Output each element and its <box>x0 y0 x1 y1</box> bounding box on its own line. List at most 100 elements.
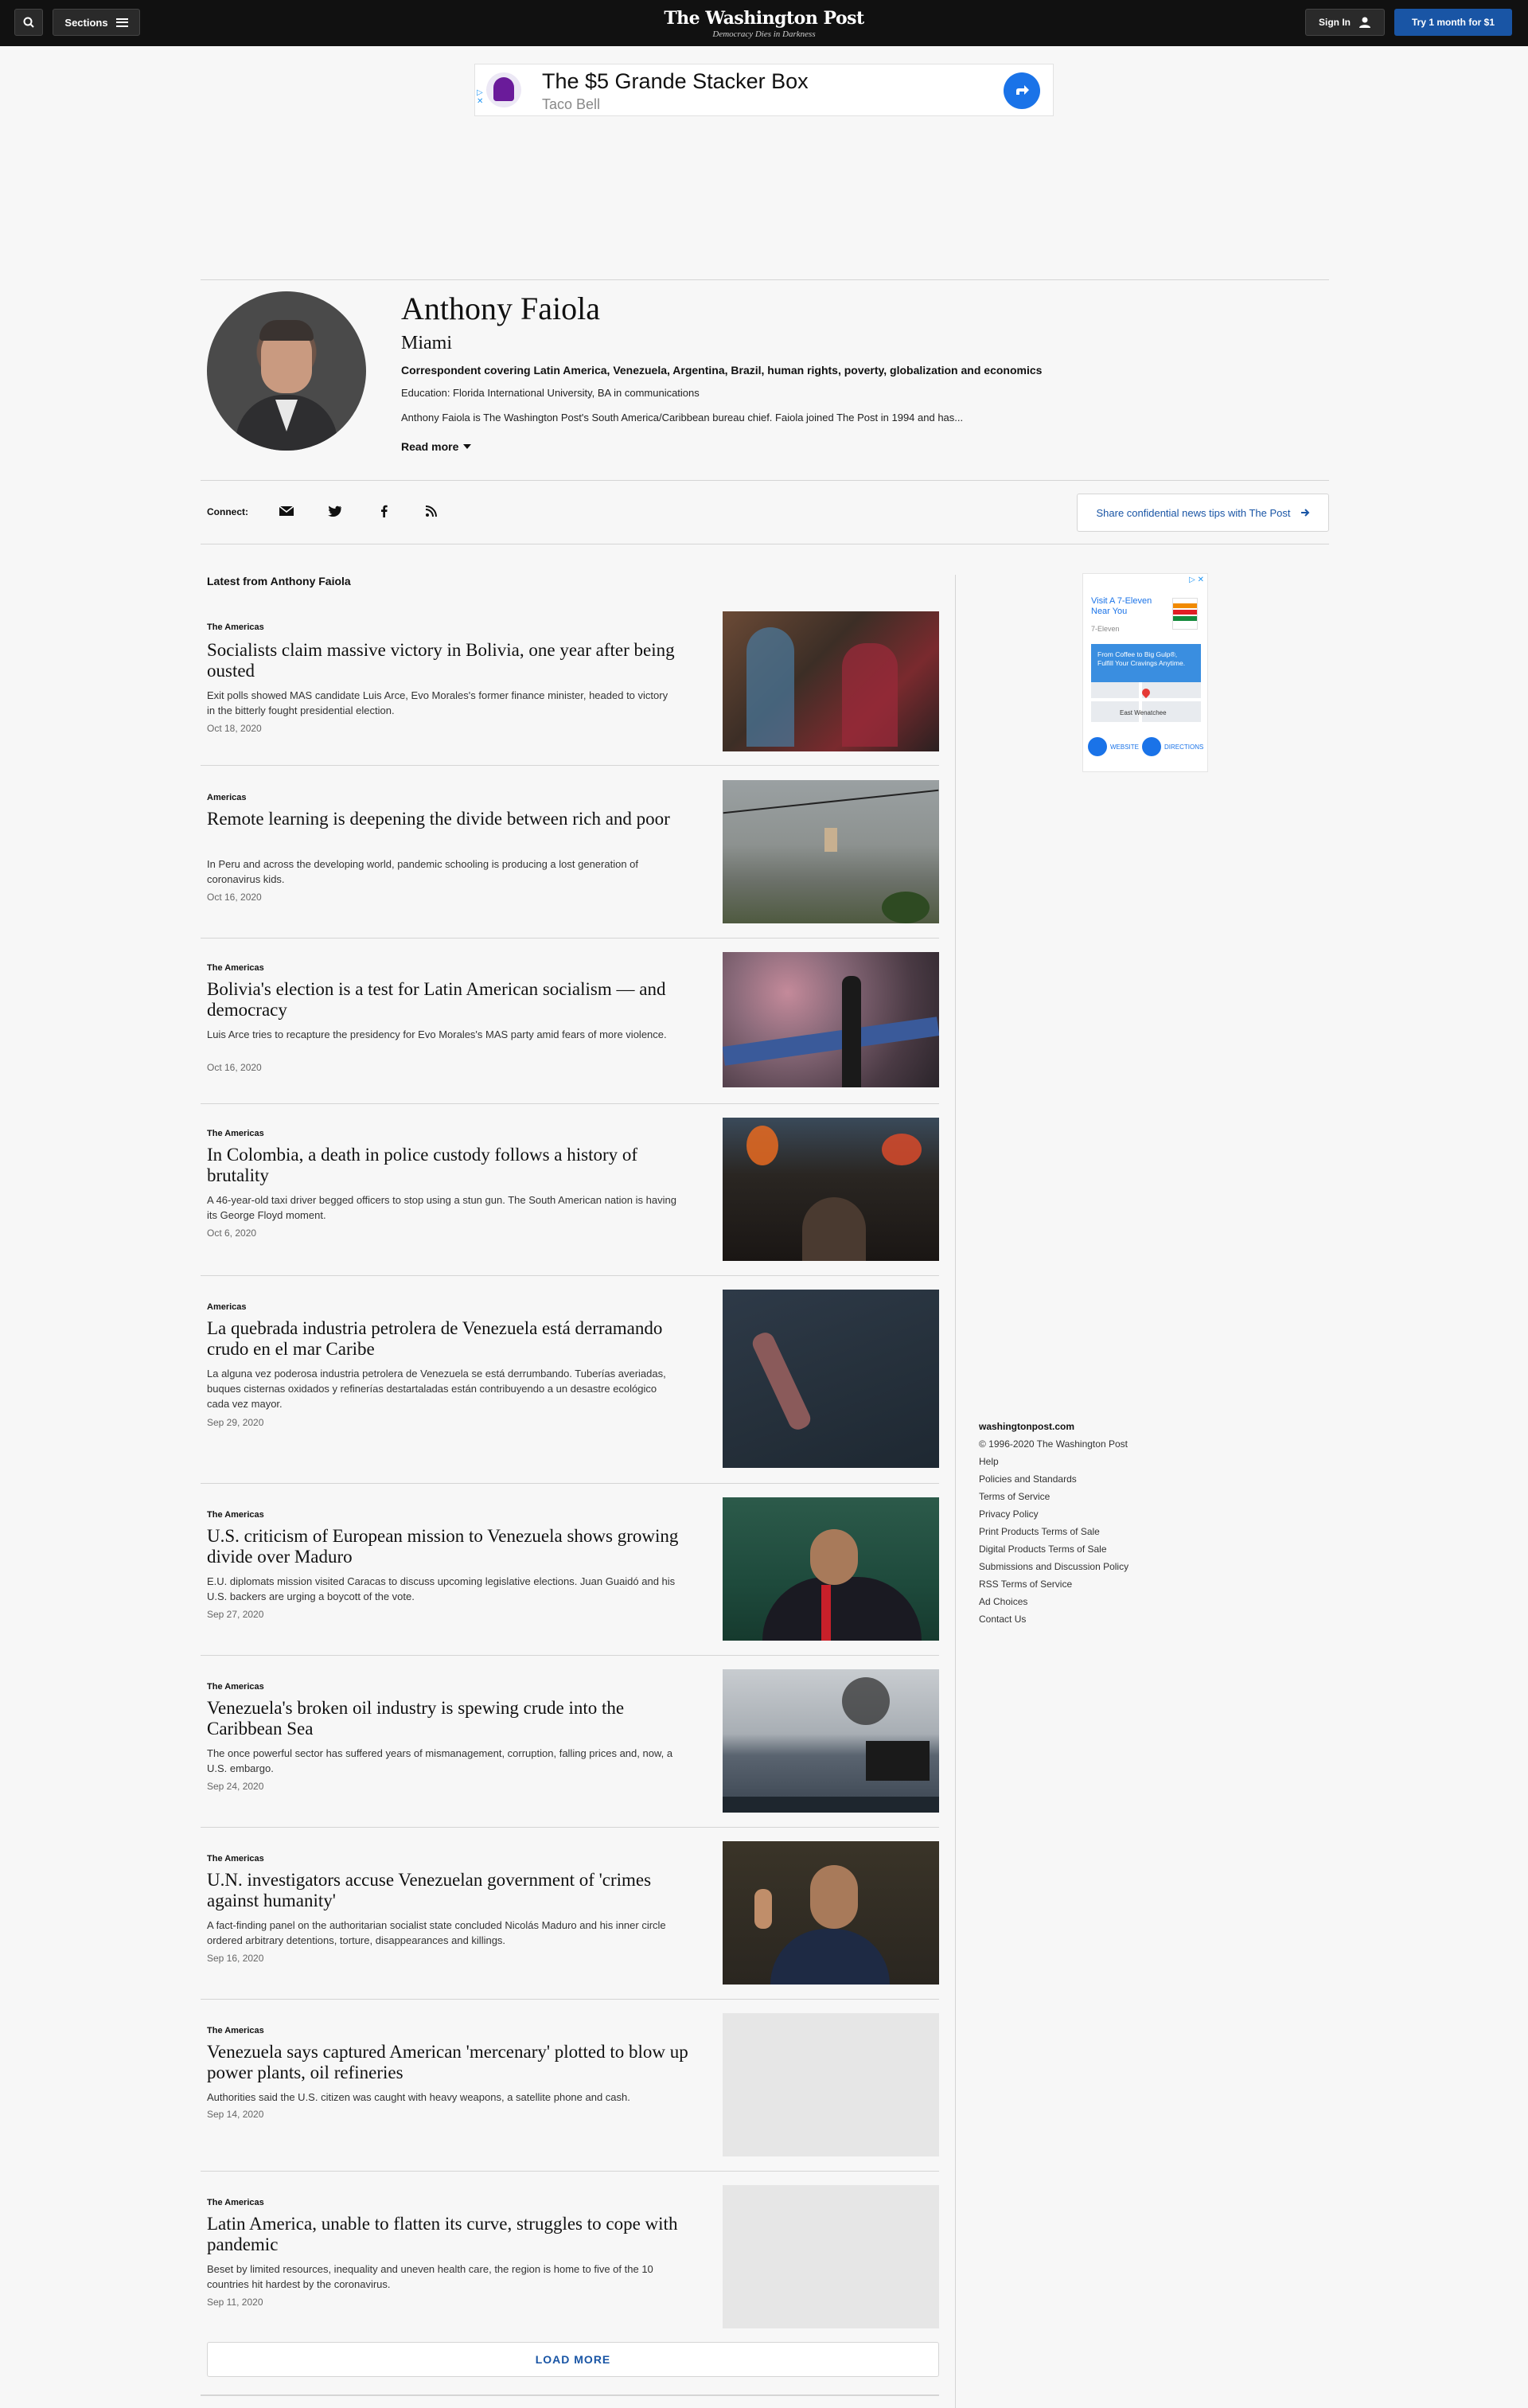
search-button[interactable] <box>14 9 43 36</box>
divider <box>201 480 1329 481</box>
top-advertisement[interactable]: ▷ ✕ The $5 Grande Stacker Box Taco Bell <box>474 64 1054 116</box>
footer-link-rss-terms[interactable]: RSS Terms of Service <box>979 1579 1128 1590</box>
article-blurb: E.U. diplomats mission visited Caracas t… <box>207 1575 676 1602</box>
sign-in-button[interactable]: Sign In <box>1305 9 1385 36</box>
article-headline[interactable]: Bolivia's election is a test for Latin A… <box>207 979 692 1021</box>
footer-link-contact[interactable]: Contact Us <box>979 1614 1128 1625</box>
author-avatar <box>207 291 366 451</box>
map-pin-icon <box>1140 686 1152 699</box>
seven-eleven-logo <box>1172 598 1198 630</box>
divider <box>201 2171 939 2172</box>
article-headline[interactable]: Socialists claim massive victory in Boli… <box>207 640 692 681</box>
footer-link-policies[interactable]: Policies and Standards <box>979 1473 1128 1485</box>
article-headline[interactable]: U.N. investigators accuse Venezuelan gov… <box>207 1870 692 1911</box>
article-image[interactable] <box>723 952 939 1087</box>
article-kicker[interactable]: The Americas <box>207 963 264 973</box>
article-blurb: Luis Arce tries to recapture the preside… <box>207 1028 667 1040</box>
divider <box>201 1103 939 1104</box>
article-blurb: A 46-year-old taxi driver begged officer… <box>207 1194 676 1221</box>
article-headline[interactable]: Venezuela's broken oil industry is spewi… <box>207 1698 692 1739</box>
article-blurb: La alguna vez poderosa industria petrole… <box>207 1368 666 1410</box>
sections-label: Sections <box>64 16 108 29</box>
divider <box>201 1999 939 2000</box>
ad-choices-icon[interactable]: ▷ ✕ <box>1189 576 1204 584</box>
author-bio: Anthony Faiola is The Washington Post's … <box>401 412 964 423</box>
footer-link-ad-choices[interactable]: Ad Choices <box>979 1596 1128 1607</box>
article-kicker[interactable]: Americas <box>207 1302 247 1312</box>
author-name: Anthony Faiola <box>401 291 600 326</box>
footer-link-privacy[interactable]: Privacy Policy <box>979 1508 1128 1520</box>
footer-link-submissions[interactable]: Submissions and Discussion Policy <box>979 1561 1128 1572</box>
article-headline[interactable]: U.S. criticism of European mission to Ve… <box>207 1526 692 1567</box>
twitter-icon[interactable] <box>325 502 344 521</box>
ad-title: The $5 Grande Stacker Box <box>542 69 809 93</box>
footer-link-help[interactable]: Help <box>979 1456 1128 1467</box>
ad-arrow-icon[interactable] <box>1004 72 1040 109</box>
subscribe-button[interactable]: Try 1 month for $1 <box>1394 9 1512 36</box>
article-date: Oct 16, 2020 <box>207 1062 262 1073</box>
ad-directions-button[interactable]: DIRECTIONS <box>1164 743 1203 751</box>
ad-actions: WEBSITE DIRECTIONS <box>1088 735 1204 759</box>
article-headline[interactable]: La quebrada industria petrolera de Venez… <box>207 1318 692 1360</box>
article-image[interactable] <box>723 1118 939 1261</box>
ad-promo: From Coffee to Big Gulp®, Fulfill Your C… <box>1091 644 1201 682</box>
divider <box>201 1483 939 1484</box>
article-kicker[interactable]: Americas <box>207 793 247 802</box>
read-more-label: Read more <box>401 440 459 453</box>
side-advertisement[interactable]: ▷ ✕ Visit A 7-Eleven Near You 7-Eleven F… <box>1082 573 1208 772</box>
footer-link-print-terms[interactable]: Print Products Terms of Sale <box>979 1526 1128 1537</box>
sections-button[interactable]: Sections <box>53 9 140 36</box>
article-date: Sep 16, 2020 <box>207 1953 264 1964</box>
divider <box>201 1275 939 1276</box>
footer-link-digital-terms[interactable]: Digital Products Terms of Sale <box>979 1544 1128 1555</box>
rss-icon[interactable] <box>422 502 441 521</box>
article-kicker[interactable]: The Americas <box>207 1129 264 1138</box>
article-date: Sep 27, 2020 <box>207 1609 264 1620</box>
article-headline[interactable]: Venezuela says captured American 'mercen… <box>207 2042 692 2083</box>
directions-icon[interactable] <box>1142 737 1162 756</box>
search-icon <box>23 17 34 28</box>
article-image[interactable] <box>723 780 939 923</box>
read-more-button[interactable]: Read more <box>401 440 472 453</box>
article-kicker[interactable]: The Americas <box>207 1510 264 1520</box>
article-kicker[interactable]: The Americas <box>207 1682 264 1692</box>
article-date: Sep 11, 2020 <box>207 2297 263 2308</box>
logo-text: The Washington Post <box>664 8 864 29</box>
load-more-button[interactable]: LOAD MORE <box>207 2342 939 2377</box>
ad-website-button[interactable]: WEBSITE <box>1110 743 1139 751</box>
menu-icon <box>115 18 128 27</box>
ad-map[interactable]: East Wenatchee <box>1091 682 1201 722</box>
article-image[interactable] <box>723 1290 939 1468</box>
article-kicker[interactable]: The Americas <box>207 1854 264 1864</box>
ad-headline[interactable]: Visit A 7-Eleven Near You <box>1091 596 1163 617</box>
divider <box>201 1827 939 1828</box>
article-image[interactable] <box>723 1669 939 1813</box>
divider <box>201 2394 939 2396</box>
article-kicker[interactable]: The Americas <box>207 622 264 632</box>
email-icon[interactable] <box>277 502 296 521</box>
ad-advertiser: Taco Bell <box>542 96 601 112</box>
share-news-tips-button[interactable]: Share confidential news tips with The Po… <box>1077 494 1329 532</box>
facebook-icon[interactable] <box>374 502 393 521</box>
article-blurb: A fact-finding panel on the authoritaria… <box>207 1919 666 1946</box>
article-kicker[interactable]: The Americas <box>207 2198 264 2207</box>
article-blurb: Authorities said the U.S. citizen was ca… <box>207 2091 630 2103</box>
article-headline[interactable]: Remote learning is deepening the divide … <box>207 809 692 829</box>
article-date: Sep 14, 2020 <box>207 2109 264 2120</box>
article-date: Sep 24, 2020 <box>207 1781 264 1792</box>
article-image-placeholder <box>723 2013 939 2156</box>
article-image[interactable] <box>723 611 939 751</box>
article-date: Oct 16, 2020 <box>207 892 262 903</box>
website-icon[interactable] <box>1088 737 1107 756</box>
article-headline[interactable]: In Colombia, a death in police custody f… <box>207 1145 692 1186</box>
article-headline[interactable]: Latin America, unable to flatten its cur… <box>207 2214 692 2255</box>
ad-choices-icon[interactable]: ▷ ✕ <box>477 88 483 106</box>
article-image[interactable] <box>723 1497 939 1641</box>
footer-link-terms[interactable]: Terms of Service <box>979 1491 1128 1502</box>
article-image[interactable] <box>723 1841 939 1985</box>
article-kicker[interactable]: The Americas <box>207 2026 264 2035</box>
footer-site: washingtonpost.com <box>979 1421 1074 1432</box>
latest-heading: Latest from Anthony Faiola <box>207 575 351 587</box>
masthead-logo[interactable]: The Washington Post Democracy Dies in Da… <box>605 8 923 39</box>
divider <box>201 765 939 766</box>
